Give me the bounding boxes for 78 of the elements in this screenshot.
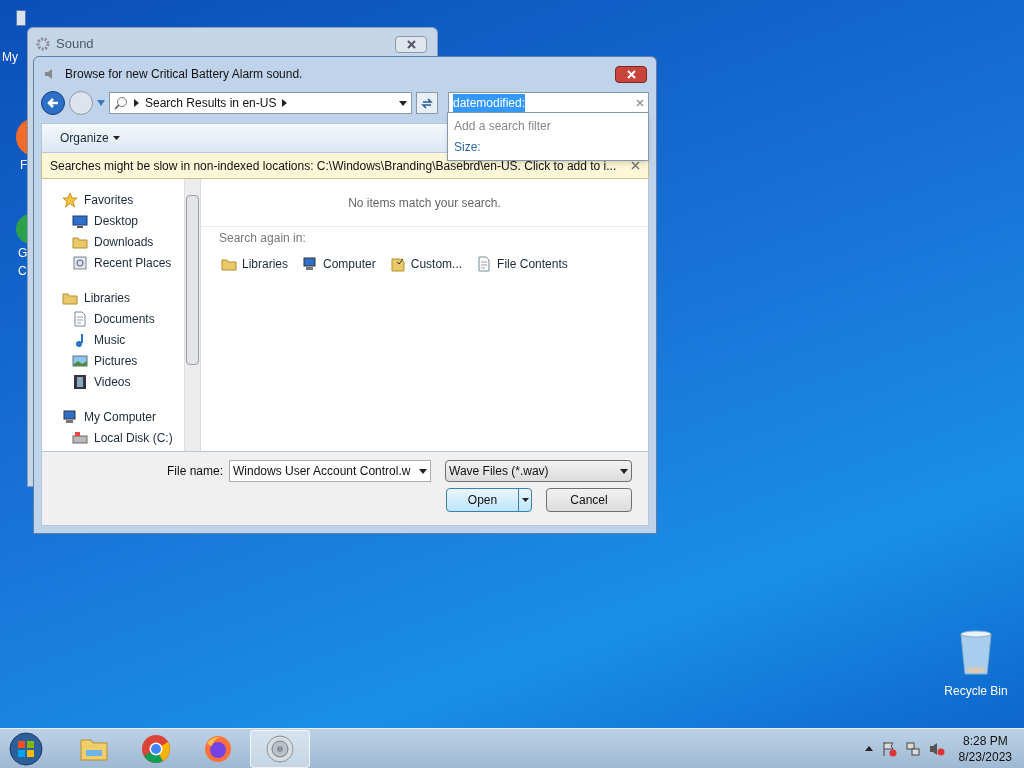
close-button[interactable] bbox=[395, 35, 427, 53]
recycle-bin-icon[interactable] bbox=[958, 630, 994, 676]
nav-item[interactable]: Favorites bbox=[62, 189, 184, 210]
caret-icon[interactable] bbox=[97, 100, 105, 106]
window-title: Sound bbox=[56, 35, 94, 54]
search-location-link[interactable]: Custom... bbox=[389, 255, 463, 273]
chevron-icon bbox=[134, 99, 139, 107]
window-title: Browse for new Critical Battery Alarm sound. bbox=[65, 66, 303, 83]
desktop-icon-label[interactable]: C bbox=[18, 262, 27, 280]
disk-icon bbox=[72, 429, 88, 446]
nav-item[interactable]: Downloads bbox=[62, 231, 184, 252]
close-button[interactable] bbox=[615, 65, 647, 83]
cancel-button[interactable]: Cancel bbox=[546, 488, 632, 512]
nav-item[interactable]: Local Disk (C:) bbox=[62, 427, 184, 448]
gear-icon bbox=[36, 37, 50, 51]
dropdown-caret-icon bbox=[419, 468, 427, 474]
nav-item[interactable]: Videos bbox=[62, 371, 184, 392]
search-location-link[interactable]: File Contents bbox=[476, 255, 568, 273]
back-arrow-icon bbox=[47, 97, 59, 109]
empty-message: No items match your search. bbox=[348, 194, 501, 212]
nav-item[interactable]: Documents bbox=[62, 308, 184, 329]
caret-icon bbox=[521, 498, 529, 502]
clear-icon[interactable] bbox=[636, 99, 644, 107]
nav-item[interactable]: Pictures bbox=[62, 350, 184, 371]
organize-button[interactable]: Organize bbox=[60, 129, 120, 147]
desktop-icon-label[interactable]: Recycle Bin bbox=[944, 682, 1008, 700]
browser-logo-icon bbox=[203, 733, 233, 764]
search-location-link[interactable]: Libraries bbox=[221, 255, 289, 273]
refresh-icon bbox=[421, 97, 433, 109]
star-icon bbox=[62, 191, 78, 208]
back-button[interactable] bbox=[41, 91, 65, 115]
caret-icon bbox=[112, 136, 120, 140]
scrollbar[interactable] bbox=[184, 179, 201, 451]
desktop-icon-label[interactable]: G bbox=[18, 244, 28, 262]
dropdown-caret-icon[interactable] bbox=[399, 100, 407, 106]
address-bar[interactable]: Search Results in en-US bbox=[109, 92, 412, 114]
folder-icon bbox=[221, 256, 237, 272]
suggestions-header: Add a search filter bbox=[454, 118, 552, 135]
nav-item[interactable]: Recent Places bbox=[62, 252, 184, 273]
search-icon bbox=[114, 96, 128, 110]
picture-icon bbox=[72, 352, 88, 369]
open-button[interactable]: Open bbox=[446, 488, 532, 512]
close-icon bbox=[626, 69, 636, 79]
file-name-field[interactable]: Windows User Account Control.w bbox=[229, 460, 431, 482]
info-message[interactable]: Searches might be slow in non-indexed locations: C:\Windows\Branding\Basebrd\en-US. Click to add to i... bbox=[50, 156, 617, 175]
start-button[interactable] bbox=[6, 729, 46, 768]
refresh-button[interactable] bbox=[416, 92, 438, 114]
nav-item[interactable]: Music bbox=[62, 329, 184, 350]
nav-item[interactable]: Libraries bbox=[62, 287, 184, 308]
scrollbar-thumb[interactable] bbox=[186, 195, 199, 365]
chevron-icon bbox=[282, 99, 288, 107]
flag-icon[interactable] bbox=[880, 740, 897, 757]
speaker-app-button[interactable] bbox=[250, 729, 310, 768]
document-icon bbox=[476, 256, 493, 272]
file-name-label: File name: bbox=[166, 463, 223, 480]
nav-item[interactable]: Desktop bbox=[62, 210, 184, 231]
windows-logo-icon bbox=[9, 731, 43, 766]
speaker-icon bbox=[265, 733, 295, 764]
dropdown-caret-icon bbox=[620, 468, 628, 474]
close-icon[interactable] bbox=[631, 161, 640, 170]
search-filter-option[interactable]: Size: bbox=[454, 138, 642, 156]
video-icon bbox=[72, 373, 88, 390]
browser-logo-icon bbox=[141, 733, 171, 764]
muted-speaker-icon[interactable] bbox=[928, 740, 945, 757]
desktop-icon bbox=[72, 212, 88, 229]
file-type-dropdown[interactable]: Wave Files (*.wav) bbox=[445, 460, 632, 482]
document-icon bbox=[72, 310, 88, 327]
info-bar[interactable]: Searches might be slow in non-indexed locations: C:\Windows\Branding\Basebrd\en-US. Click to add to i... bbox=[41, 153, 649, 179]
desktop-icon-label[interactable]: My bbox=[2, 48, 18, 66]
desktop-icon-label[interactable]: F bbox=[20, 156, 28, 174]
breadcrumb[interactable]: Search Results in en-US bbox=[145, 94, 277, 112]
close-icon bbox=[406, 39, 416, 49]
search-location-link[interactable]: Computer bbox=[302, 255, 376, 273]
network-icon[interactable] bbox=[904, 740, 921, 757]
search-again-label: Search again in: bbox=[219, 230, 307, 247]
caret-up-icon[interactable] bbox=[864, 746, 873, 751]
nav-item[interactable]: My Computer bbox=[62, 406, 184, 427]
clock[interactable]: 8:28 PM 8/23/2023 bbox=[958, 732, 1012, 765]
